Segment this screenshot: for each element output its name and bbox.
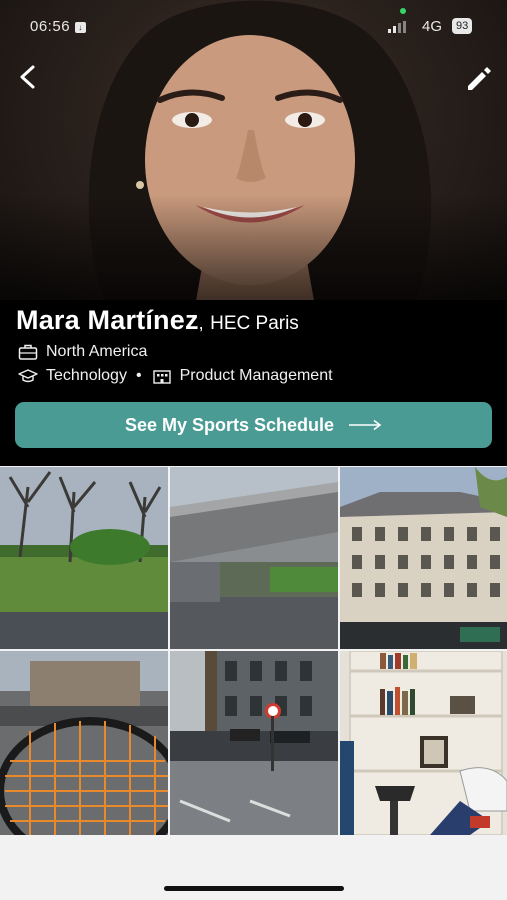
briefcase-icon	[18, 344, 38, 360]
graduation-cap-icon	[18, 369, 38, 383]
profile-region: North America	[46, 343, 148, 360]
profile-function: Product Management	[179, 367, 333, 384]
battery-badge: 93	[452, 18, 473, 34]
back-button[interactable]	[14, 62, 44, 92]
status-bar: 06:56 ↓ 4G 93	[0, 8, 507, 40]
back-arrow-icon	[20, 65, 35, 89]
profile-header: Mara Martínez, HEC Paris	[16, 305, 299, 336]
network-label: 4G	[422, 18, 443, 35]
download-icon: ↓	[75, 21, 87, 33]
photo-tennis-racket[interactable]	[0, 651, 168, 835]
profile-photo	[0, 0, 507, 335]
profile-industry: Technology	[46, 367, 127, 384]
status-time: 06:56 ↓	[30, 18, 87, 35]
bullet-separator: •	[135, 367, 142, 384]
signal-icon	[388, 20, 406, 37]
building-icon	[152, 370, 171, 384]
photo-paris-building[interactable]	[340, 467, 507, 649]
pencil-icon	[468, 67, 491, 90]
home-indicator[interactable]	[164, 886, 344, 891]
name-separator: ,	[198, 313, 204, 333]
photo-city-street[interactable]	[170, 651, 338, 835]
edit-button[interactable]	[462, 62, 494, 94]
profile-school: HEC Paris	[210, 313, 299, 334]
photo-grid	[0, 467, 507, 835]
region-row: North America	[18, 343, 147, 361]
privacy-dot-icon	[400, 8, 406, 14]
photo-park-trees[interactable]	[0, 467, 168, 649]
photo-bridge-street[interactable]	[170, 467, 338, 649]
long-arrow-right-icon	[349, 419, 382, 431]
photo-bookshelf-bike[interactable]	[340, 651, 507, 835]
industry-row: Technology • Product Management	[18, 367, 333, 385]
sports-schedule-button[interactable]: See My Sports Schedule	[15, 402, 492, 448]
profile-name: Mara Martínez	[16, 305, 199, 335]
sports-schedule-label: See My Sports Schedule	[124, 414, 335, 435]
